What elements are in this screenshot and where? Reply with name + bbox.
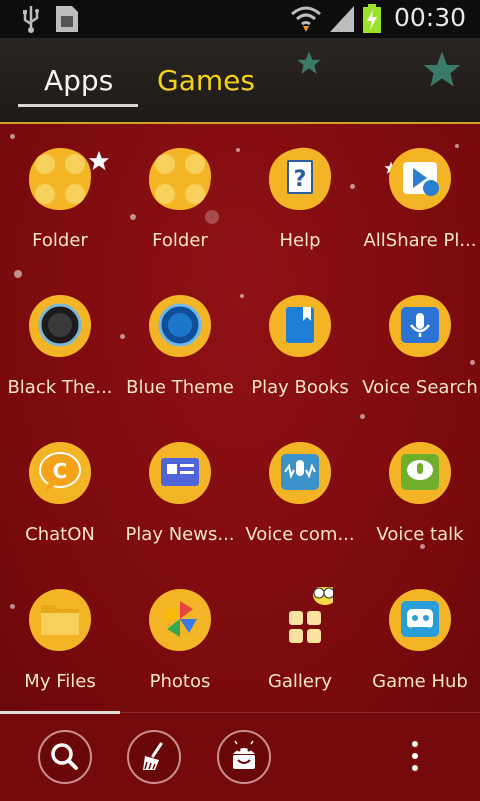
wifi-icon <box>290 4 322 38</box>
app-label: Blue Theme <box>126 377 234 398</box>
app-my-files[interactable]: My Files <box>0 565 120 712</box>
decorative-star-icon <box>296 50 322 80</box>
search-button[interactable] <box>38 730 92 784</box>
app-photos[interactable]: Photos <box>120 565 240 712</box>
app-game-hub[interactable]: Game Hub <box>360 565 480 712</box>
app-label: Voice com... <box>245 524 355 545</box>
usb-icon <box>20 4 42 38</box>
app-voice-command[interactable]: Voice com... <box>240 418 360 565</box>
folder-icon <box>29 148 91 210</box>
app-help[interactable]: ? Help <box>240 124 360 271</box>
voice-command-icon <box>269 442 331 504</box>
app-label: AllShare Pl... <box>363 230 477 251</box>
app-label: Game Hub <box>372 671 468 692</box>
tab-apps[interactable]: Apps <box>44 64 113 97</box>
help-icon: ? <box>269 147 331 210</box>
app-blue-theme[interactable]: Blue Theme <box>120 271 240 418</box>
app-label: Gallery <box>267 671 333 692</box>
my-files-icon <box>29 589 91 651</box>
game-hub-icon <box>389 589 451 651</box>
tab-bar: Apps Games <box>0 38 480 124</box>
app-label: Voice Search <box>362 377 478 398</box>
voice-talk-icon <box>389 442 451 504</box>
status-bar: 00:30 <box>0 0 480 38</box>
signal-icon <box>328 4 356 38</box>
app-label: Folder <box>32 230 88 251</box>
gallery-icon <box>289 587 333 643</box>
folder-icon <box>149 148 211 210</box>
more-options-button[interactable] <box>405 739 425 775</box>
app-black-theme[interactable]: Black The... <box>0 271 120 418</box>
app-chaton[interactable]: C ChatON <box>0 418 120 565</box>
sim-card-icon <box>54 4 80 38</box>
svg-text:C: C <box>53 459 68 483</box>
app-label: Photos <box>149 671 211 692</box>
app-folder[interactable]: Folder <box>120 124 240 271</box>
black-theme-icon <box>29 295 91 357</box>
play-books-icon <box>269 295 331 357</box>
tab-selected-indicator <box>18 104 138 107</box>
voice-search-icon <box>389 295 451 357</box>
app-gallery[interactable]: Gallery <box>240 565 360 712</box>
app-label: Voice talk <box>376 524 464 545</box>
app-folder[interactable]: Folder <box>0 124 120 271</box>
app-label: Folder <box>152 230 208 251</box>
app-voice-talk[interactable]: Voice talk <box>360 418 480 565</box>
svg-text:?: ? <box>294 167 307 192</box>
app-label: Play News... <box>125 524 235 545</box>
decorative-star-icon <box>422 50 462 94</box>
app-voice-search[interactable]: Voice Search <box>360 271 480 418</box>
more-options-icon <box>412 741 418 771</box>
blue-theme-icon <box>149 295 211 357</box>
android-store-icon <box>233 740 255 769</box>
play-newsstand-icon <box>149 442 211 504</box>
photos-icon <box>149 589 211 651</box>
app-play-newsstand[interactable]: Play News... <box>120 418 240 565</box>
search-icon <box>51 743 78 770</box>
app-label: My Files <box>24 671 96 692</box>
app-label: Help <box>279 230 321 251</box>
store-button[interactable] <box>217 730 271 784</box>
clean-broom-icon <box>143 742 163 770</box>
app-label: Play Books <box>251 377 349 398</box>
battery-charging-icon <box>362 4 382 38</box>
tab-games[interactable]: Games <box>157 64 255 97</box>
bottom-dock <box>0 711 480 801</box>
status-time: 00:30 <box>393 3 466 32</box>
app-label: ChatON <box>25 524 95 545</box>
app-allshare-play[interactable]: AllShare Pl... <box>360 124 480 271</box>
app-play-books[interactable]: Play Books <box>240 271 360 418</box>
chaton-icon: C <box>29 442 91 504</box>
page-indicator <box>0 711 120 714</box>
app-grid: Folder Folder ? Help AllShare Pl... Blac… <box>0 124 480 712</box>
allshare-play-icon <box>389 148 451 210</box>
clean-button[interactable] <box>127 730 181 784</box>
app-label: Black The... <box>7 377 113 398</box>
